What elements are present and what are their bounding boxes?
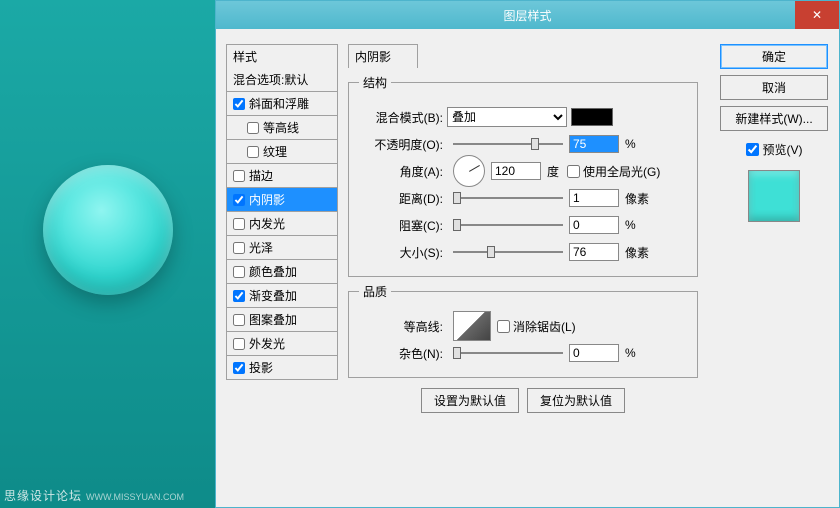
watermark: 思缘设计论坛WWW.MISSYUAN.COM [4,487,184,504]
style-item-6[interactable]: 光泽 [226,236,338,260]
structure-group: 结构 混合模式(B): 叠加 不透明度(O): 75 % 角度(A): 120 … [348,74,698,277]
noise-input[interactable]: 0 [569,344,619,362]
blend-mode-label: 混合模式(B): [359,109,447,126]
angle-label: 角度(A): [359,163,447,180]
noise-label: 杂色(N): [359,345,447,362]
style-label: 等高线 [263,119,299,136]
settings-panel: 内阴影 结构 混合模式(B): 叠加 不透明度(O): 75 % 角度(A): [348,44,698,413]
global-light-checkbox[interactable] [567,165,580,178]
style-label: 颜色叠加 [249,263,297,280]
quality-legend: 品质 [359,283,391,300]
antialias-label: 消除锯齿(L) [513,318,576,335]
style-item-8[interactable]: 渐变叠加 [226,284,338,308]
choke-slider[interactable] [453,222,563,228]
style-checkbox[interactable] [233,338,245,350]
style-label: 投影 [249,359,273,376]
layer-style-dialog: 图层样式 ✕ 样式 混合选项:默认 斜面和浮雕等高线纹理描边内阴影内发光光泽颜色… [215,0,840,508]
style-label: 光泽 [249,239,273,256]
contour-label: 等高线: [359,318,447,335]
angle-dial[interactable] [453,155,485,187]
style-checkbox[interactable] [247,146,259,158]
style-item-9[interactable]: 图案叠加 [226,308,338,332]
opacity-input[interactable]: 75 [569,135,619,153]
blend-color-swatch[interactable] [571,108,613,126]
preview-swatch [748,170,800,222]
blend-options-row[interactable]: 混合选项:默认 [226,68,338,92]
dialog-title: 图层样式 [503,7,551,24]
style-item-0[interactable]: 斜面和浮雕 [226,92,338,116]
style-item-2[interactable]: 纹理 [226,140,338,164]
angle-input[interactable]: 120 [491,162,541,180]
size-label: 大小(S): [359,244,447,261]
ok-button[interactable]: 确定 [720,44,828,69]
style-label: 纹理 [263,143,287,160]
distance-input[interactable]: 1 [569,189,619,207]
opacity-slider[interactable] [453,141,563,147]
canvas-background: 思缘设计论坛WWW.MISSYUAN.COM [0,0,215,508]
preview-toggle[interactable]: 预览(V) [746,141,803,158]
style-label: 斜面和浮雕 [249,95,309,112]
panel-title: 内阴影 [348,44,418,68]
structure-legend: 结构 [359,74,391,91]
antialias-checkbox[interactable] [497,320,510,333]
close-button[interactable]: ✕ [795,1,839,29]
size-input[interactable]: 76 [569,243,619,261]
distance-slider[interactable] [453,195,563,201]
reset-default-button[interactable]: 复位为默认值 [527,388,625,413]
style-item-7[interactable]: 颜色叠加 [226,260,338,284]
distance-label: 距离(D): [359,190,447,207]
style-item-3[interactable]: 描边 [226,164,338,188]
choke-label: 阻塞(C): [359,217,447,234]
style-label: 图案叠加 [249,311,297,328]
style-label: 内阴影 [249,191,285,208]
blend-mode-select[interactable]: 叠加 [447,107,567,127]
make-default-button[interactable]: 设置为默认值 [421,388,519,413]
style-checkbox[interactable] [233,362,245,374]
style-item-1[interactable]: 等高线 [226,116,338,140]
style-checkbox[interactable] [233,170,245,182]
dialog-buttons: 确定 取消 新建样式(W)... 预览(V) [719,44,829,222]
styles-header[interactable]: 样式 [226,44,338,68]
style-label: 外发光 [249,335,285,352]
style-label: 描边 [249,167,273,184]
global-light-label: 使用全局光(G) [583,163,660,180]
style-checkbox[interactable] [233,242,245,254]
style-item-10[interactable]: 外发光 [226,332,338,356]
size-slider[interactable] [453,249,563,255]
style-item-5[interactable]: 内发光 [226,212,338,236]
style-checkbox[interactable] [233,314,245,326]
choke-input[interactable]: 0 [569,216,619,234]
style-label: 渐变叠加 [249,287,297,304]
sphere-shape [43,165,173,295]
style-checkbox[interactable] [233,194,245,206]
style-item-4[interactable]: 内阴影 [226,188,338,212]
dialog-titlebar[interactable]: 图层样式 ✕ [216,1,839,29]
quality-group: 品质 等高线: 消除锯齿(L) 杂色(N): 0 % [348,283,698,378]
preview-checkbox[interactable] [746,143,759,156]
style-checkbox[interactable] [233,266,245,278]
style-item-11[interactable]: 投影 [226,356,338,380]
opacity-label: 不透明度(O): [359,136,447,153]
styles-list: 样式 混合选项:默认 斜面和浮雕等高线纹理描边内阴影内发光光泽颜色叠加渐变叠加图… [226,44,338,380]
contour-picker[interactable] [453,311,491,341]
close-icon: ✕ [812,8,822,22]
style-checkbox[interactable] [233,290,245,302]
style-checkbox[interactable] [233,218,245,230]
new-style-button[interactable]: 新建样式(W)... [720,106,828,131]
style-checkbox[interactable] [247,122,259,134]
style-checkbox[interactable] [233,98,245,110]
cancel-button[interactable]: 取消 [720,75,828,100]
noise-slider[interactable] [453,350,563,356]
style-label: 内发光 [249,215,285,232]
